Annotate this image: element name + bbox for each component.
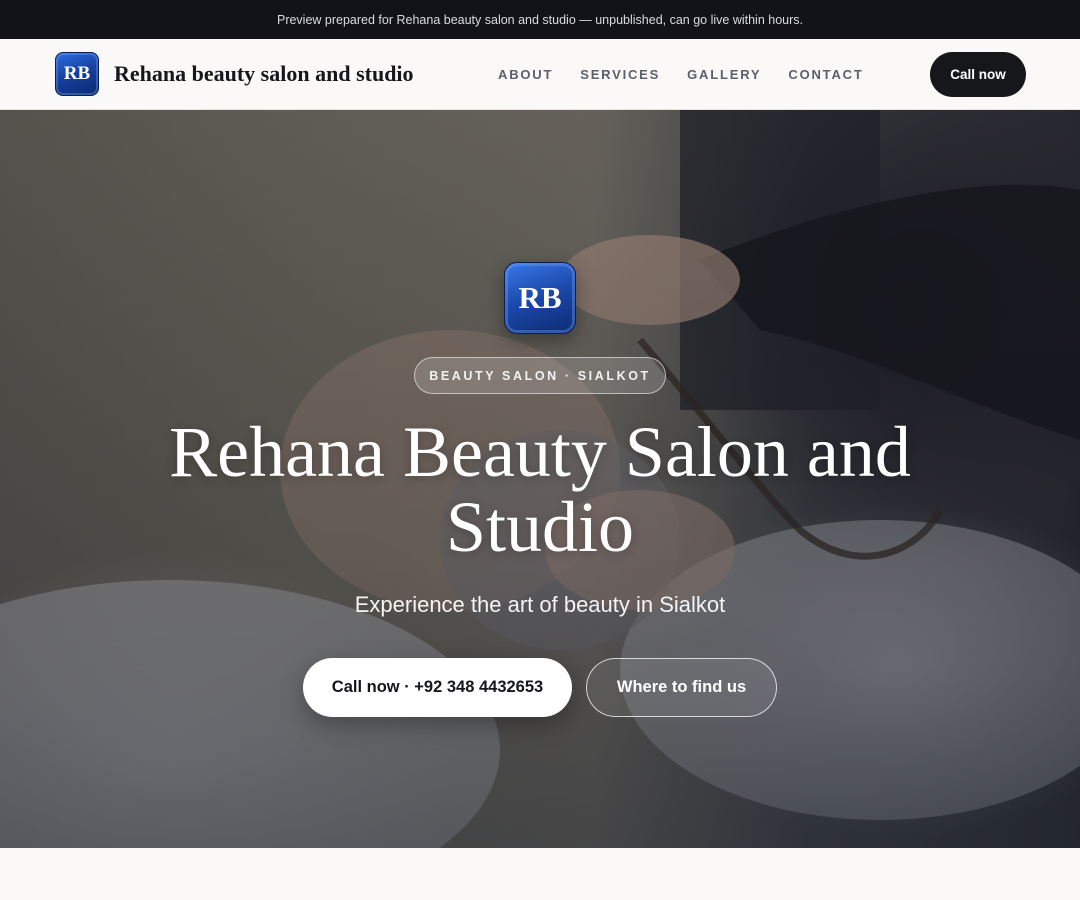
hero-call-button[interactable]: Call now · +92 348 4432653 [303,658,572,717]
announcement-bar: Preview prepared for Rehana beauty salon… [0,0,1080,39]
hero-section: RB BEAUTY SALON · SIALKOT Rehana Beauty … [0,110,1080,848]
site-header: RB Rehana beauty salon and studio ABOUT … [0,39,1080,110]
hero-logo: RB [504,262,576,334]
announcement-text: Preview prepared for Rehana beauty salon… [276,12,804,27]
hero-find-us-button[interactable]: Where to find us [586,658,777,717]
hero-subtitle: Experience the art of beauty in Sialkot [354,592,726,617]
hero-tag-pill: BEAUTY SALON · SIALKOT [414,357,666,394]
nav-about[interactable]: ABOUT [498,67,553,82]
main-nav: ABOUT SERVICES GALLERY CONTACT [498,39,864,109]
brand-logo[interactable]: RB [55,52,99,96]
brand-name[interactable]: Rehana beauty salon and studio [114,61,414,87]
hero-title: Rehana Beauty Salon and Studio [169,412,911,567]
header-call-button[interactable]: Call now [930,52,1026,97]
nav-services[interactable]: SERVICES [580,67,660,82]
brand[interactable]: RB Rehana beauty salon and studio [55,52,414,96]
nav-gallery[interactable]: GALLERY [687,67,761,82]
nav-contact[interactable]: CONTACT [788,67,863,82]
